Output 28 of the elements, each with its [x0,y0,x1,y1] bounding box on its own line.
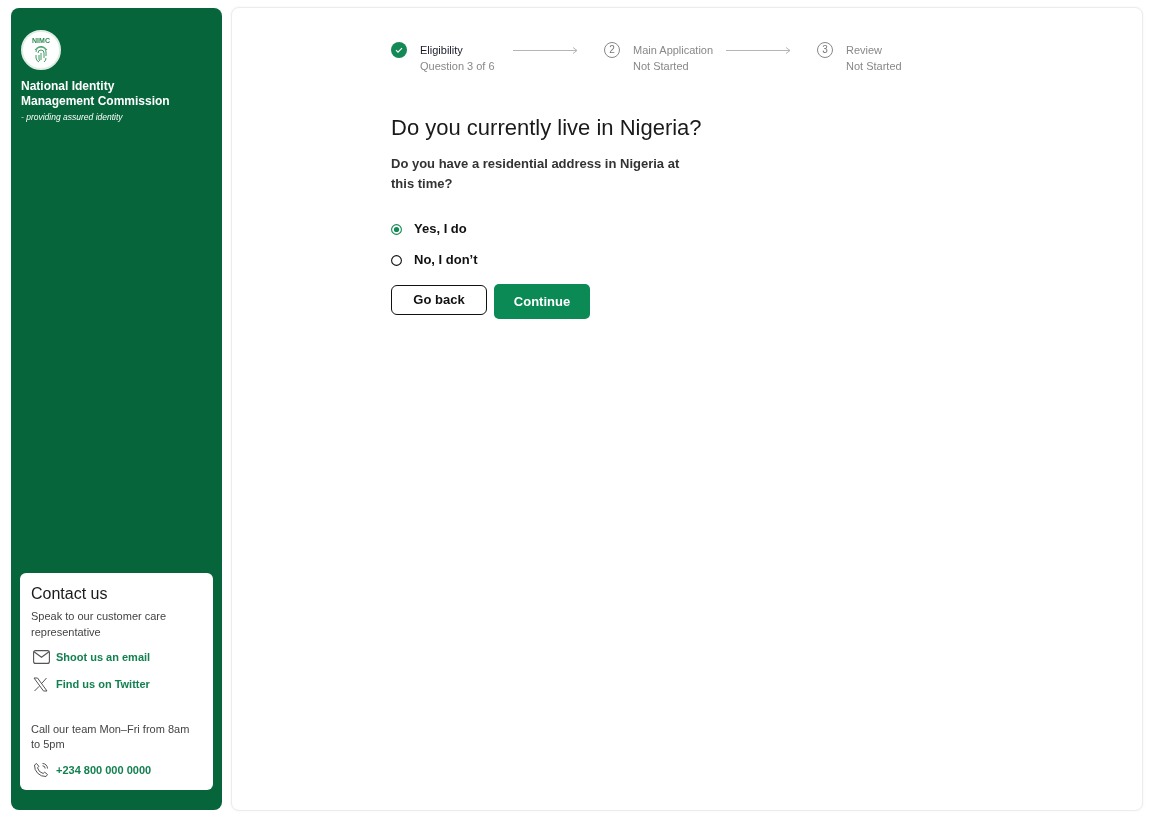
x-logo-icon [33,676,48,692]
radio-selected-icon[interactable] [391,223,402,235]
question-title: Do you currently live in Nigeria? [391,114,702,142]
organization-name: National Identity Management Commission [21,79,171,109]
contact-link[interactable]: Shoot us an email [56,649,151,665]
contact-title: Contact us [31,584,108,604]
step-title: Eligibility [420,43,464,58]
arrow-icon [726,47,791,54]
step-title: Main Application [633,43,715,58]
phone-link[interactable]: +234 800 000 0000 [56,762,152,778]
question-description: Do you have a residential address in Nigeria at this time? [391,155,681,193]
envelope-icon [33,650,50,664]
back-button[interactable]: Go back [391,285,487,315]
step-status: Not Started [846,59,903,74]
continue-button[interactable]: Continue [494,284,590,319]
arrow-icon [513,47,578,54]
radio-option[interactable]: Yes, I do [391,220,467,238]
step-status: Not Started [633,59,690,74]
fingerprint-icon [33,46,49,64]
radio-icon[interactable] [391,254,402,266]
tagline: - providing assured identity [21,111,123,123]
contact-hours: Call our team Mon–Fri from 8am to 5pm [31,722,191,752]
contact-link[interactable]: Find us on Twitter [56,676,150,692]
step-status: Question 3 of 6 [420,59,496,74]
radio-option[interactable]: No, I don’t [391,251,478,269]
contact-description: Speak to our customer care representative [31,609,168,640]
step-title: Review [846,43,884,58]
phone-icon [33,762,49,778]
